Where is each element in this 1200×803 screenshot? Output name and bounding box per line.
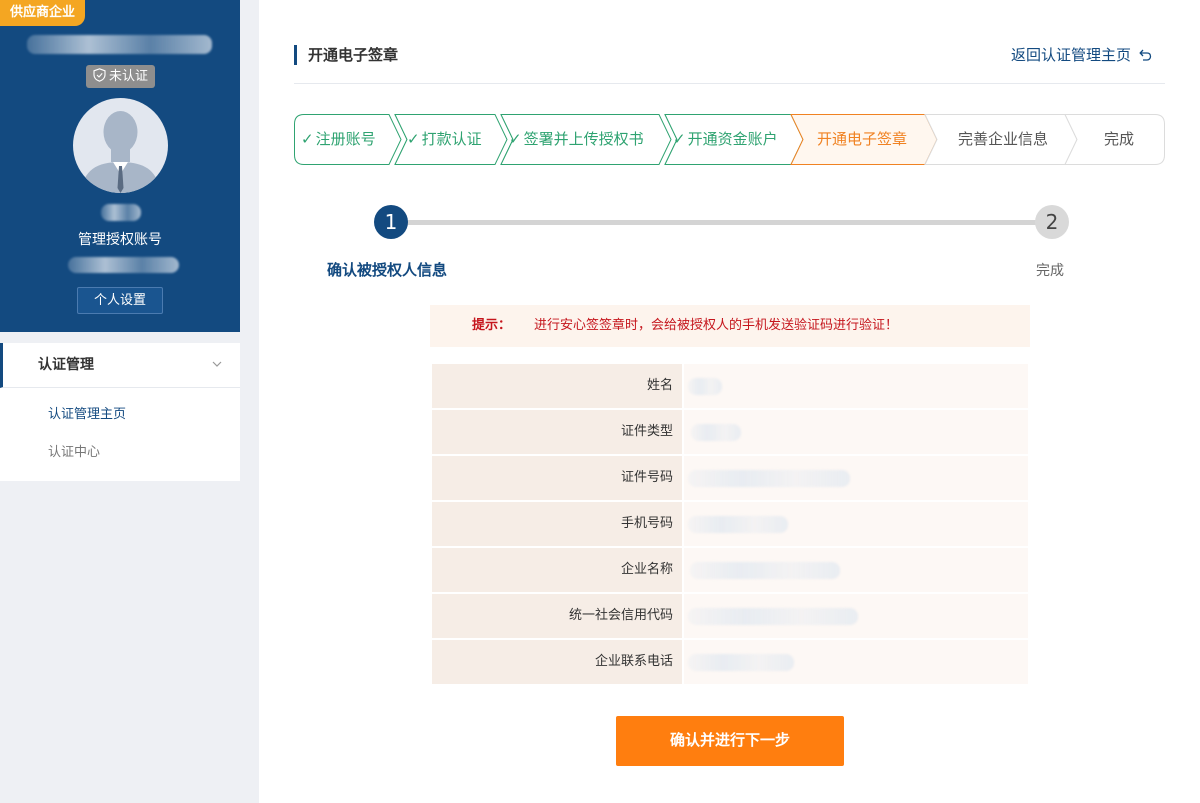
back-to-certification-home-link[interactable]: 返回认证管理主页 [1011, 45, 1153, 65]
role-label: 管理授权账号 [78, 232, 162, 248]
sub-step-1-label: 确认被授权人信息 [327, 261, 448, 279]
redacted-value [688, 470, 850, 487]
step-sign-upload-authorization: ✓ 签署并上传授权书 [509, 114, 644, 165]
field-value-company-name [684, 548, 1028, 592]
sub-step-2-label: 完成 [1036, 263, 1064, 279]
status-text: 未认证 [108, 69, 148, 84]
field-label-id-number: 证件号码 [432, 456, 682, 500]
check-icon: ✓ [301, 130, 314, 148]
sidebar-item-certification-home[interactable]: 认证管理主页 [0, 396, 240, 434]
table-row: 统一社会信用代码 [432, 594, 1028, 638]
field-value-name [684, 364, 1028, 408]
table-row: 证件类型 [432, 410, 1028, 454]
sidebar-menu: 认证管理 认证管理主页 认证中心 [0, 343, 240, 481]
field-value-company-phone [684, 640, 1028, 684]
step-open-fund-account: ✓ 开通资金账户 [673, 114, 778, 165]
step-bar: ✓ 注册账号 ✓ 打款认证 ✓ 签署并上传授权书 ✓ 开通资金账户 开通电子签章 完善企… [294, 114, 1165, 165]
avatar [73, 98, 168, 193]
redacted-value [691, 424, 741, 441]
authorized-person-info-table: 姓名 证件类型 证件号码 手机号码 企业名称 统一社会信用代码 企业联系电话 [432, 364, 1028, 686]
step-register-account: ✓ 注册账号 [301, 114, 376, 165]
username-redacted [101, 204, 141, 221]
check-icon: ✓ [509, 130, 522, 148]
step-label: 打款认证 [421, 130, 482, 148]
field-value-id-number [684, 456, 1028, 500]
field-label-credit-code: 统一社会信用代码 [432, 594, 682, 638]
field-value-id-type [684, 410, 1028, 454]
undo-arrow-icon [1139, 49, 1152, 61]
sub-progress-track [407, 220, 1052, 225]
field-label-company-name: 企业名称 [432, 548, 682, 592]
sidebar: 供应商企业 未认证 管理授权账号 个人设置 认证管理 认证管理主页 认证中心 [0, 0, 240, 803]
redacted-value [688, 608, 858, 625]
field-label-company-phone: 企业联系电话 [432, 640, 682, 684]
tip-banner: 提示： 进行安心签签章时，会给被授权人的手机发送验证码进行验证！ [430, 305, 1030, 347]
personal-settings-button[interactable]: 个人设置 [77, 287, 163, 314]
table-row: 企业名称 [432, 548, 1028, 592]
sidebar-item-certification-center[interactable]: 认证中心 [0, 434, 240, 472]
step-label: 签署并上传授权书 [523, 130, 644, 148]
redacted-value [688, 654, 794, 671]
field-value-phone [684, 502, 1028, 546]
field-label-name: 姓名 [432, 364, 682, 408]
back-link-label: 返回认证管理主页 [1011, 46, 1132, 64]
step-payment-verification: ✓ 打款认证 [407, 114, 482, 165]
check-icon: ✓ [407, 130, 420, 148]
menu-section-label: 认证管理 [38, 357, 94, 373]
verification-status-badge: 未认证 [86, 65, 155, 88]
shield-icon [93, 68, 106, 82]
redacted-value [688, 378, 722, 395]
step-label: 开通资金账户 [687, 130, 778, 148]
confirm-next-step-button[interactable]: 确认并进行下一步 [616, 716, 844, 766]
account-redacted [68, 257, 179, 273]
field-label-id-type: 证件类型 [432, 410, 682, 454]
company-name-redacted [27, 35, 212, 54]
table-row: 手机号码 [432, 502, 1028, 546]
table-row: 姓名 [432, 364, 1028, 408]
user-silhouette-icon [81, 111, 160, 193]
table-row: 企业联系电话 [432, 640, 1028, 684]
field-value-credit-code [684, 594, 1028, 638]
enterprise-type-badge: 供应商企业 [0, 0, 86, 26]
chevron-down-icon [212, 361, 222, 367]
step-complete-enterprise-info: 完善企业信息 [958, 130, 1049, 148]
sub-step-1-dot: 1 [374, 205, 408, 239]
menu-section-certification[interactable]: 认证管理 [0, 343, 240, 388]
table-row: 证件号码 [432, 456, 1028, 500]
main-content: 开通电子签章 返回认证管理主页 ✓ 注册账号 ✓ 打款认证 ✓ 签署并上传授权书 ✓ 开… [259, 0, 1200, 803]
page-title: 开通电子签章 [294, 45, 398, 65]
redacted-value [688, 516, 788, 533]
tip-label: 提示： [472, 318, 512, 333]
step-open-e-signature: 开通电子签章 [817, 130, 908, 148]
profile-panel: 供应商企业 未认证 管理授权账号 个人设置 [0, 0, 240, 332]
step-label: 注册账号 [315, 130, 376, 148]
title-divider [294, 83, 1165, 84]
redacted-value [690, 562, 840, 579]
tip-text: 进行安心签签章时，会给被授权人的手机发送验证码进行验证！ [534, 318, 899, 333]
check-icon: ✓ [673, 130, 686, 148]
sub-step-2-dot: 2 [1035, 205, 1069, 239]
field-label-phone: 手机号码 [432, 502, 682, 546]
step-finish: 完成 [1104, 130, 1135, 148]
